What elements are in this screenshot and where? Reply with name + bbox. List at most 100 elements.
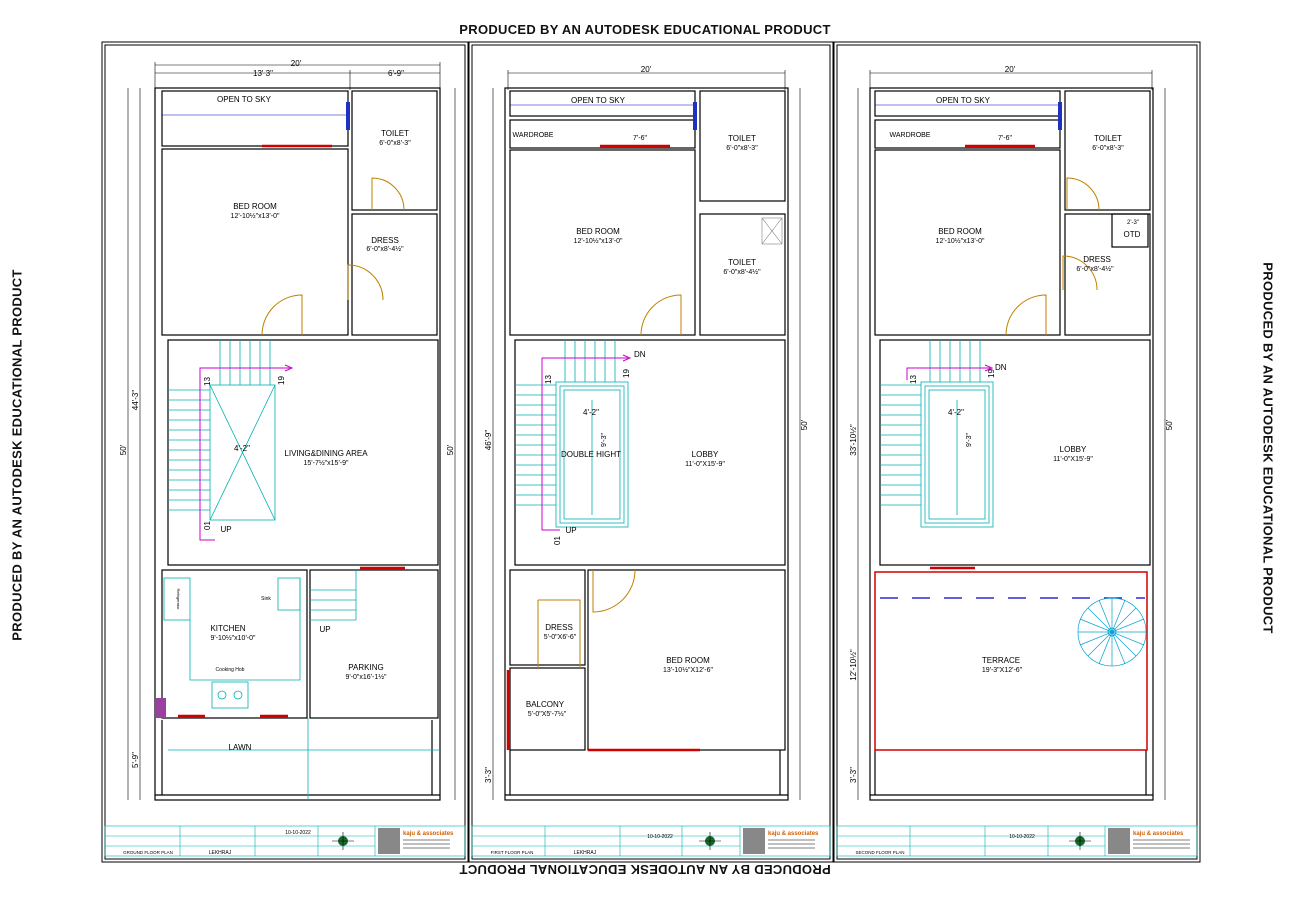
terrace-size: 19'-3"X12'-6" (982, 667, 1023, 674)
toilet-size: 6'-0"x8'-3" (379, 140, 411, 147)
toilet-label: TOILET (1094, 134, 1122, 143)
toilet2-label: TOILET (728, 258, 756, 267)
plan-linework (930, 144, 1035, 570)
plan-linework (836, 44, 1198, 860)
dress-size: 5'-0"X6'-6" (544, 634, 577, 641)
lobby-size: 11'-0"X15'-9" (685, 461, 725, 468)
plan-linework (161, 569, 308, 719)
lobby-size: 11'-0"X15'-9" (1053, 456, 1093, 463)
balcony-size: 5'-0"X5'-7½" (528, 710, 567, 718)
plan-linework (592, 569, 636, 613)
plan-linework (351, 213, 438, 336)
wardrobe-width: 7'-6" (633, 135, 647, 142)
otd-label: OTD (1124, 230, 1141, 239)
stair-width: 4'-2" (948, 408, 964, 417)
lawn-label: LAWN (229, 743, 252, 752)
dim-right-total: 50' (800, 419, 809, 430)
plan-linework (211, 681, 249, 709)
plan-linework (515, 340, 629, 528)
sheet-frame-second (833, 41, 1201, 863)
tb-client: LEKHRAJ (209, 850, 232, 856)
open-to-sky-label: OPEN TO SKY (936, 96, 991, 105)
stair-19: 19 (622, 369, 631, 378)
stair-01: 01 (203, 521, 212, 530)
plan-linework (879, 339, 1151, 566)
dim-left-upper: 33'-10½" (849, 424, 858, 456)
plan-linework (761, 217, 783, 245)
double-height-label: DOUBLE HIGHT (561, 450, 621, 459)
tb-firm: kaju & associates (768, 831, 819, 837)
plan-linework (156, 698, 166, 718)
stair-dn: DN (634, 350, 646, 359)
firm-logo-icon (1108, 828, 1130, 854)
stair-01: 01 (553, 536, 562, 545)
plan-linework (1066, 177, 1100, 211)
lobby-label: LOBBY (1060, 445, 1087, 454)
plan-linework (1133, 839, 1190, 849)
dim-right-total: 50' (446, 444, 455, 455)
dress-size: 6'-0"x8'-4½" (366, 245, 404, 253)
dim-left-total: 50' (119, 444, 128, 455)
refrigerator-label: Refrigerator (176, 588, 181, 610)
sheet-frame-first (468, 41, 834, 863)
plan-linework: OPEN TO SKY WARDROBE 7'-6" TOILET 6'-0"x… (890, 96, 1141, 674)
living-size: 15'-7½"x15'-9" (303, 459, 349, 467)
plan-linework (869, 87, 1154, 801)
stair-length: 9'-3" (966, 433, 973, 447)
dim-left-inner: 44'-3" (131, 390, 140, 411)
tb-plan: SECOND FLOOR PLAN (855, 850, 904, 855)
stair-length: 9'-3" (601, 433, 608, 447)
plan-linework (906, 364, 994, 380)
plan-linework (869, 87, 1154, 801)
terrace-label: TERRACE (982, 656, 1020, 665)
floor-plans-drawing: 20' 13' 3" 6'-9" 50' 44'-3" 5'-9" 50' 13… (101, 41, 1201, 863)
toilet-size: 6'-0"x8'-3" (1092, 145, 1124, 152)
plan-linework (154, 87, 441, 801)
plan-linework (504, 87, 789, 801)
plan-linework (163, 570, 440, 800)
north-arrow-icon (1069, 832, 1091, 850)
plan-linework (1058, 102, 1062, 130)
toilet-label: TOILET (381, 129, 409, 138)
plan-linework (351, 90, 438, 211)
balcony-label: BALCONY (526, 700, 565, 709)
plan-linework (693, 102, 697, 130)
dim-left-total: 46'-9" (484, 430, 493, 451)
parking-label: PARKING (348, 663, 383, 672)
stair-width: 4'-2" (583, 408, 599, 417)
plan-linework (217, 690, 227, 700)
bedroom-size: 12'-10½"x13'-0" (231, 212, 280, 220)
kitchen-label: KITCHEN (210, 624, 245, 633)
stair-19: 19 (987, 369, 996, 378)
plan-linework (154, 87, 441, 801)
cooking-hob-label: Cooking Hob (216, 667, 245, 673)
toilet1-label: TOILET (728, 134, 756, 143)
tb-date: 10-10-2022 (285, 830, 311, 836)
tb-plan: FIRST FLOOR PLAN (491, 850, 534, 855)
plan-linework (403, 839, 450, 849)
plan-linework: OPEN TO SKY WARDROBE 7'-6" TOILET 6'-0"x… (513, 96, 762, 718)
bedroom-size: 12'-10½"x13'-0" (574, 237, 623, 245)
second-floor-plan: 20' 33'-10½" 12'-10½" 3'-3" 50' DN 13 19… (836, 65, 1198, 857)
plan-linework (309, 569, 439, 719)
plan-linework (509, 667, 586, 751)
plan-linework (277, 577, 301, 611)
firm-logo-icon (743, 828, 765, 854)
dress-label: DRESS (1083, 255, 1111, 264)
sink-label: Sink (261, 596, 271, 602)
ground-floor-plan: 20' 13' 3" 6'-9" 50' 44'-3" 5'-9" 50' 13… (104, 59, 466, 857)
plan-linework: OPEN TO SKY TOILET 6'-0"x8'-3" BED ROOM … (210, 95, 411, 752)
kitchen-size: 9'-10½"x10'-0" (210, 634, 256, 642)
plan-linework (541, 357, 628, 531)
dim-top-right: 6'-9" (388, 69, 404, 78)
plan-linework (514, 339, 786, 566)
wardrobe-label: WARDROBE (890, 132, 931, 139)
wardrobe-label: WARDROBE (513, 132, 554, 139)
plan-linework (127, 62, 456, 800)
plan-linework (261, 177, 405, 336)
stair-19: 19 (277, 376, 286, 385)
stair-13: 13 (203, 377, 212, 386)
dim-front: 3'-3" (484, 767, 493, 783)
tb-firm: kaju & associates (1133, 831, 1184, 837)
dress-label: DRESS (371, 236, 399, 245)
